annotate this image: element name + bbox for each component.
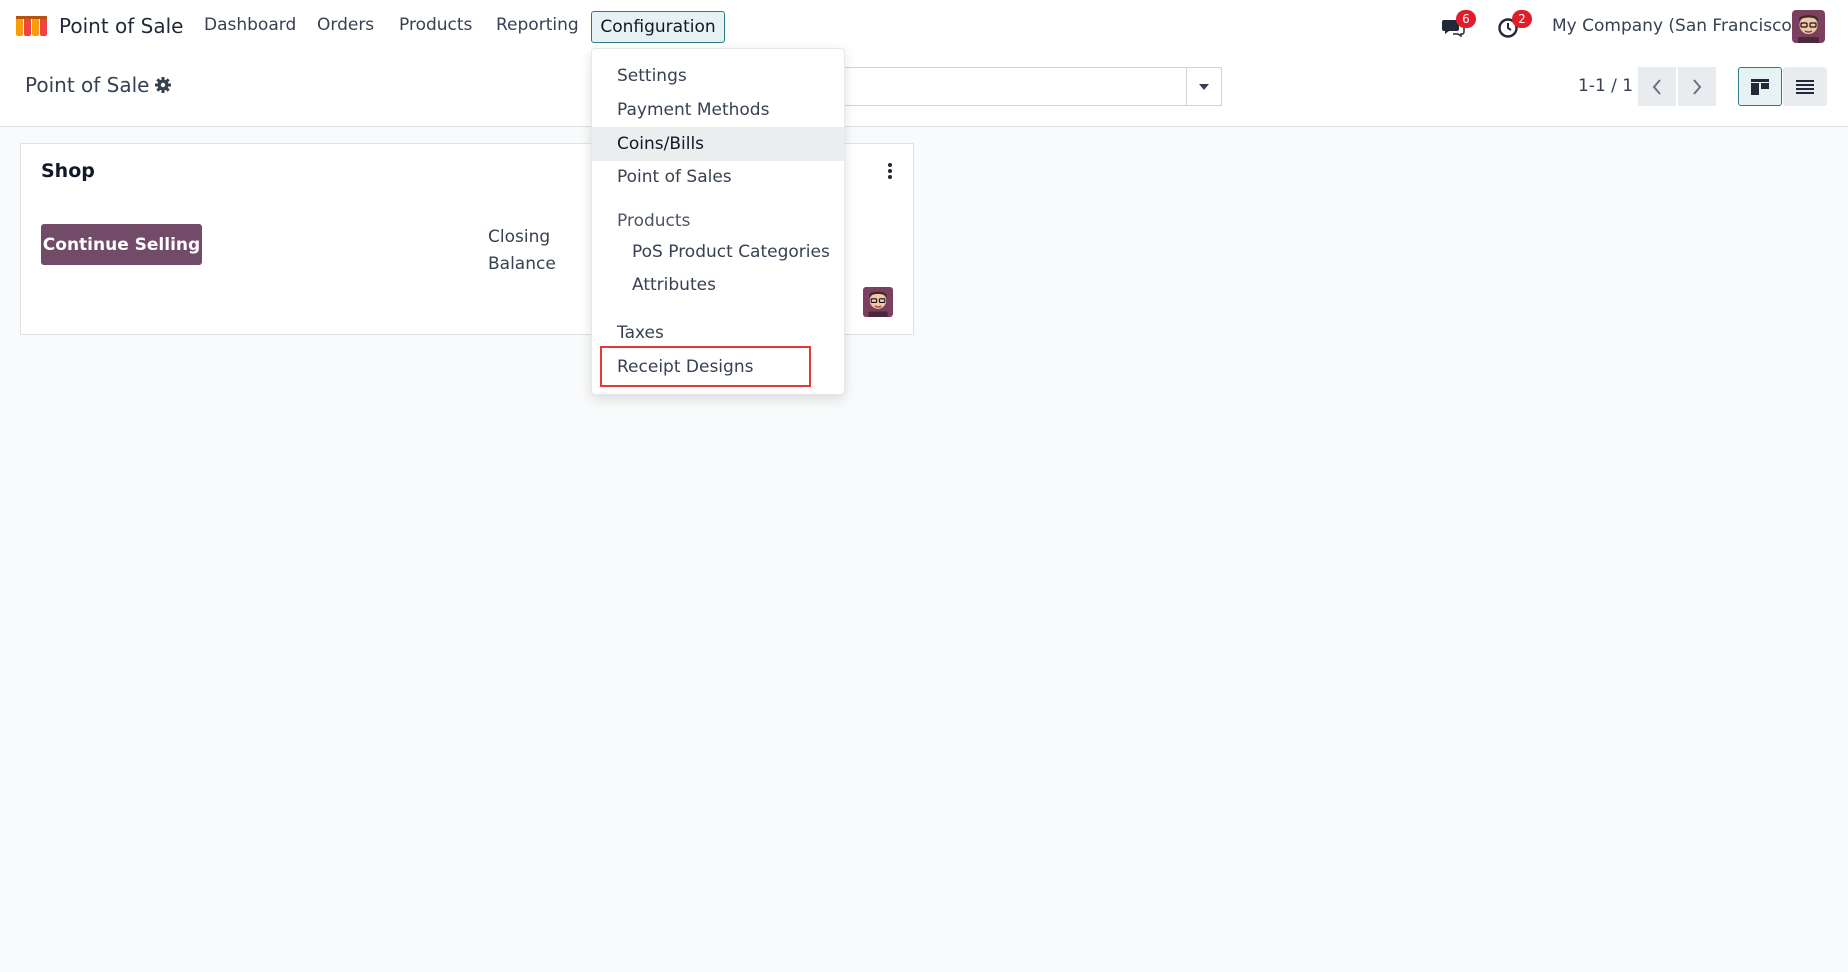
responsible-avatar [863,287,893,317]
app-logo-icon[interactable] [15,14,49,38]
dropdown-section-products: Products [617,211,691,231]
kanban-view-button[interactable] [1738,67,1782,106]
dropdown-item-point-of-sales[interactable]: Point of Sales [592,160,844,194]
kanban-view-icon [1751,78,1769,95]
chevron-left-icon [1652,78,1661,95]
dropdown-item-label: Taxes [617,323,664,343]
dropdown-item-label: Coins/Bills [617,134,705,154]
pager-next-button[interactable] [1678,67,1716,106]
menu-reporting[interactable]: Reporting [496,15,579,35]
control-panel: Point of Sale 1-1 / 1 [0,53,1848,127]
menu-products[interactable]: Products [399,15,472,35]
avatar-image [1792,10,1825,43]
pager-previous-button[interactable] [1638,67,1676,106]
messages-badge: 6 [1456,10,1476,28]
gear-icon[interactable] [154,76,172,94]
menu-configuration[interactable]: Configuration [591,11,725,43]
menu-configuration-label: Configuration [600,17,716,37]
dropdown-item-label: Settings [617,66,687,86]
top-navbar: Point of Sale Dashboard Orders Products … [0,0,1848,53]
dropdown-item-label: PoS Product Categories [632,242,830,262]
activities-button[interactable]: 2 [1497,10,1532,39]
dropdown-item-pos-product-categories[interactable]: PoS Product Categories [592,235,844,269]
search-input[interactable] [800,67,1222,106]
company-switcher[interactable]: My Company (San Francisco) [1552,16,1798,36]
menu-orders[interactable]: Orders [317,15,374,35]
continue-selling-button[interactable]: Continue Selling [41,224,202,265]
highlight-annotation [600,346,811,387]
app-name[interactable]: Point of Sale [59,14,183,38]
list-view-icon [1796,79,1814,94]
breadcrumb: Point of Sale [25,73,150,97]
pager-value: 1-1 / 1 [1578,76,1634,96]
dropdown-item-label: Attributes [632,275,716,295]
user-avatar[interactable] [1792,10,1825,43]
dropdown-item-label: Point of Sales [617,167,732,187]
caret-down-icon [1199,83,1209,90]
configuration-dropdown: Settings Payment Methods Coins/Bills Poi… [591,48,845,395]
closing-balance-label: Closing Balance [488,227,556,274]
dropdown-item-payment-methods[interactable]: Payment Methods [592,93,844,127]
avatar-image [863,287,893,317]
search-options-toggle[interactable] [1186,67,1222,106]
dropdown-item-coins-bills[interactable]: Coins/Bills [592,127,844,161]
messages-button[interactable]: 6 [1441,10,1476,39]
list-view-button[interactable] [1783,67,1827,106]
kebab-menu-icon[interactable] [885,162,895,180]
chevron-right-icon [1693,78,1702,95]
menu-dashboard[interactable]: Dashboard [204,15,296,35]
dropdown-item-label: Payment Methods [617,100,770,120]
card-title: Shop [41,160,95,182]
dropdown-item-attributes[interactable]: Attributes [592,268,844,302]
continue-selling-label: Continue Selling [42,234,201,255]
dropdown-item-taxes[interactable]: Taxes [592,316,844,350]
activities-badge: 2 [1512,10,1532,28]
dropdown-item-settings[interactable]: Settings [592,59,844,93]
